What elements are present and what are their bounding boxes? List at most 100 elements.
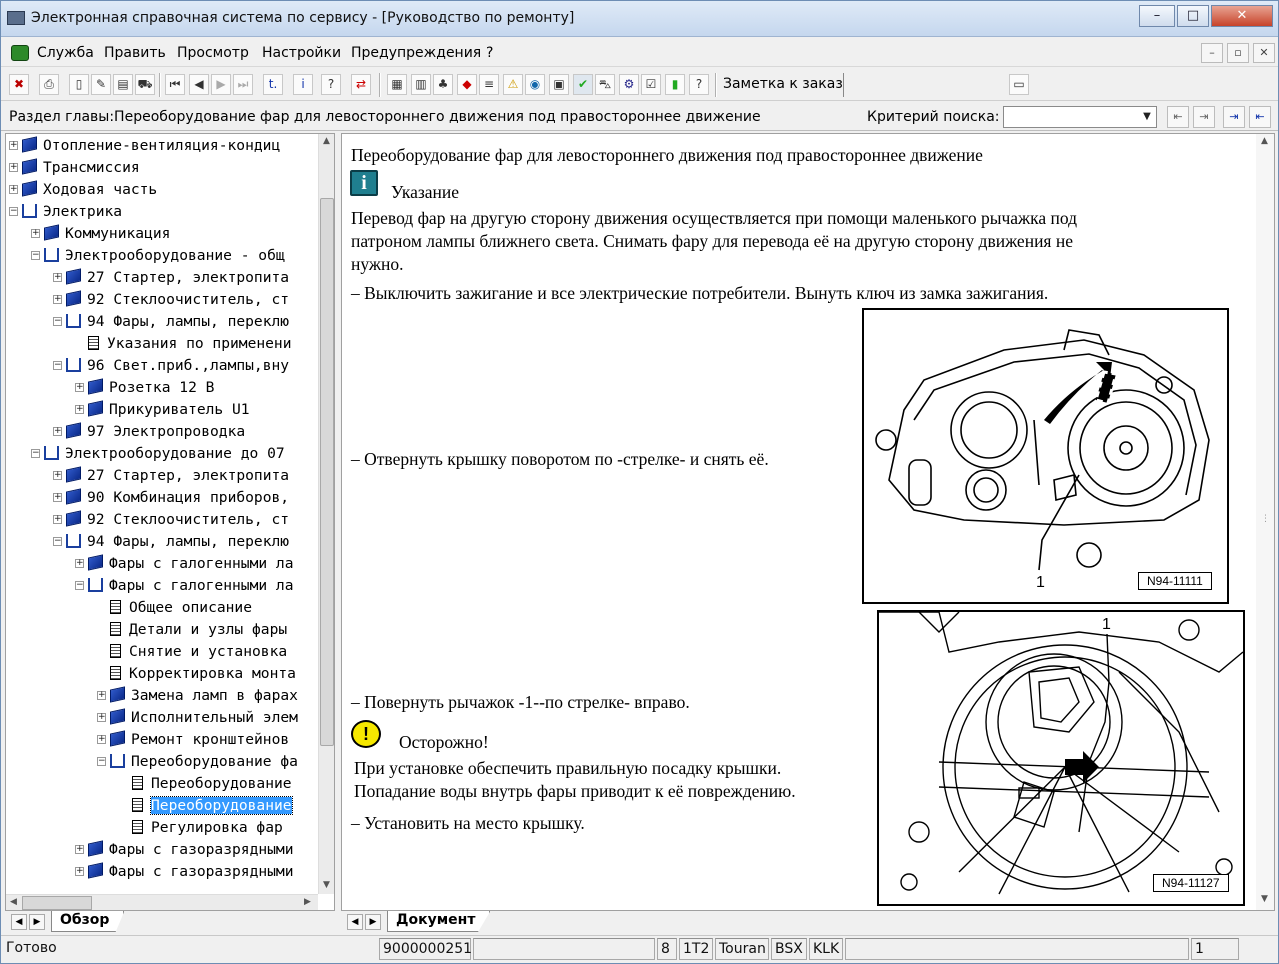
hint-icon[interactable]: ? — [689, 74, 709, 95]
swap-icon[interactable]: ⇄ — [351, 74, 371, 95]
tree-node[interactable]: Ходовая часть — [22, 179, 157, 201]
expand-toggle-icon[interactable]: + — [53, 493, 62, 502]
doc-tab-prev-icon[interactable]: ◀ — [347, 914, 363, 930]
search-criteria-select[interactable]: ▼ — [1003, 106, 1157, 128]
checklist-icon[interactable]: ☑ — [641, 74, 661, 95]
calc-icon[interactable]: ▣ — [549, 74, 569, 95]
tree-node[interactable]: Указания по применени — [88, 333, 292, 355]
tree-node[interactable]: Корректировка монта — [110, 663, 296, 685]
next-page-icon[interactable]: ▶ — [211, 74, 231, 95]
tree-node[interactable]: Исполнительный элем — [110, 707, 298, 729]
collapse-toggle-icon[interactable]: − — [31, 251, 40, 260]
menu-view[interactable]: Просмотр — [177, 45, 249, 61]
tree-hscroll-thumb[interactable] — [22, 896, 92, 910]
tool-1-icon[interactable]: ▦ — [387, 74, 407, 95]
tree-node[interactable]: 27 Стартер, электропита — [66, 267, 289, 289]
tree-node[interactable]: Трансмиссия — [22, 157, 140, 179]
tool-2-icon[interactable]: ▥ — [411, 74, 431, 95]
expand-toggle-icon[interactable]: + — [75, 845, 84, 854]
expand-toggle-icon[interactable]: + — [97, 735, 106, 744]
tree-node[interactable]: Регулировка фар — [132, 817, 283, 839]
expand-toggle-icon[interactable]: + — [75, 559, 84, 568]
menu-warnings[interactable]: Предупреждения — [351, 45, 481, 61]
mdi-minimize-button[interactable]: – — [1201, 43, 1223, 63]
tree-node[interactable]: 92 Стеклоочиститель, ст — [66, 509, 289, 531]
collapse-toggle-icon[interactable]: − — [53, 317, 62, 326]
tree-node[interactable]: Фары с галогенными ла — [88, 553, 294, 575]
collapse-toggle-icon[interactable]: − — [75, 581, 84, 590]
tab-next-icon[interactable]: ▶ — [29, 914, 45, 930]
document-vertical-scrollbar[interactable]: ▲ ⋮ ▼ — [1256, 134, 1274, 910]
mdi-restore-button[interactable]: ▫ — [1227, 43, 1249, 63]
expand-toggle-icon[interactable]: + — [53, 471, 62, 480]
expand-toggle-icon[interactable]: + — [97, 713, 106, 722]
tree-node[interactable]: 90 Комбинация приборов, — [66, 487, 289, 509]
expand-toggle-icon[interactable]: + — [53, 273, 62, 282]
search-next-icon[interactable]: ⇥ — [1193, 106, 1215, 128]
tree-node[interactable]: Замена ламп в фарах — [110, 685, 298, 707]
chevron-down-icon[interactable]: ▼ — [1138, 107, 1156, 127]
tree-node[interactable]: Отопление-вентиляция-кондиц — [22, 135, 280, 157]
tree-scroll-thumb[interactable] — [320, 198, 334, 746]
tree-node[interactable]: Ремонт кронштейнов — [110, 729, 289, 751]
tree-node[interactable]: 27 Стартер, электропита — [66, 465, 289, 487]
expand-toggle-icon[interactable]: + — [53, 427, 62, 436]
tree-node[interactable]: Электрооборудование до 07 — [44, 443, 285, 465]
expand-toggle-icon[interactable]: + — [75, 867, 84, 876]
manual-icon[interactable]: ◆ — [457, 74, 477, 95]
menu-settings[interactable]: Настройки — [262, 45, 341, 61]
tree-node[interactable]: Прикуриватель U1 — [88, 399, 250, 421]
tree-node[interactable]: Переоборудование фа — [110, 751, 298, 773]
tree-vertical-scrollbar[interactable]: ▲ ▼ — [318, 134, 334, 894]
back-icon[interactable]: t. — [263, 74, 283, 95]
notes-icon[interactable]: ▤ — [113, 74, 133, 95]
last-page-icon[interactable]: ⏭ — [233, 74, 253, 95]
print-icon[interactable]: ⎙ — [39, 74, 59, 95]
expand-toggle-icon[interactable]: + — [9, 163, 18, 172]
list-icon[interactable]: ≡ — [479, 74, 499, 95]
tree-node[interactable]: Фары с газоразрядными — [88, 861, 294, 883]
prev-page-icon[interactable]: ◀ — [189, 74, 209, 95]
expand-toggle-icon[interactable]: + — [53, 515, 62, 524]
tree-node[interactable]: Фары с галогенными ла — [88, 575, 294, 597]
expand-toggle-icon[interactable]: + — [9, 185, 18, 194]
menu-help[interactable]: ? — [486, 45, 493, 61]
info-icon[interactable]: i — [293, 74, 313, 95]
tree-node[interactable]: 94 Фары, лампы, переклю — [66, 531, 289, 553]
tab-prev-icon[interactable]: ◀ — [11, 914, 27, 930]
expand-toggle-icon[interactable]: + — [31, 229, 40, 238]
close-button[interactable]: ✕ — [1211, 5, 1273, 27]
collapse-toggle-icon[interactable]: − — [97, 757, 106, 766]
tree-node[interactable]: 94 Фары, лампы, переклю — [66, 311, 289, 333]
vehicle-icon[interactable]: ⛟ — [135, 74, 155, 95]
mdi-close-button[interactable]: ✕ — [1253, 43, 1275, 63]
expand-toggle-icon[interactable]: + — [75, 383, 84, 392]
minimize-button[interactable]: – — [1139, 5, 1175, 27]
tree-node[interactable]: Розетка 12 В — [88, 377, 214, 399]
doc-tab-next-icon[interactable]: ▶ — [365, 914, 381, 930]
menu-edit[interactable]: Править — [104, 45, 166, 61]
warning-icon[interactable]: ⚠ — [503, 74, 523, 95]
tree-node[interactable]: Общее описание — [110, 597, 252, 619]
tree-node[interactable]: Электрика — [22, 201, 122, 223]
expand-toggle-icon[interactable]: + — [9, 141, 18, 150]
tab-document[interactable]: Документ — [387, 911, 491, 932]
note-attach-icon[interactable]: ▭ — [1009, 74, 1029, 95]
expand-toggle-icon[interactable]: + — [53, 295, 62, 304]
repair-manual-icon[interactable]: ✔ — [573, 74, 593, 95]
globe-icon[interactable]: ◉ — [525, 74, 545, 95]
tab-overview[interactable]: Обзор — [51, 911, 125, 932]
tree-node[interactable]: 92 Стеклоочиститель, ст — [66, 289, 289, 311]
tree-node[interactable]: Переоборудование — [132, 795, 293, 817]
tree-node[interactable]: 96 Свет.приб.,лампы,вну — [66, 355, 289, 377]
book-icon[interactable]: ▮ — [665, 74, 685, 95]
collapse-toggle-icon[interactable]: − — [53, 361, 62, 370]
help-icon[interactable]: ? — [321, 74, 341, 95]
maximize-button[interactable]: □ — [1177, 5, 1209, 27]
parts-icon[interactable]: ⚙ — [619, 74, 639, 95]
collapse-icon[interactable]: ⇥ — [1223, 106, 1245, 128]
search-prev-icon[interactable]: ⇤ — [1167, 106, 1189, 128]
expand-icon[interactable]: ⇤ — [1249, 106, 1271, 128]
tree-node[interactable]: Электрооборудование - общ — [44, 245, 285, 267]
expand-toggle-icon[interactable]: + — [75, 405, 84, 414]
